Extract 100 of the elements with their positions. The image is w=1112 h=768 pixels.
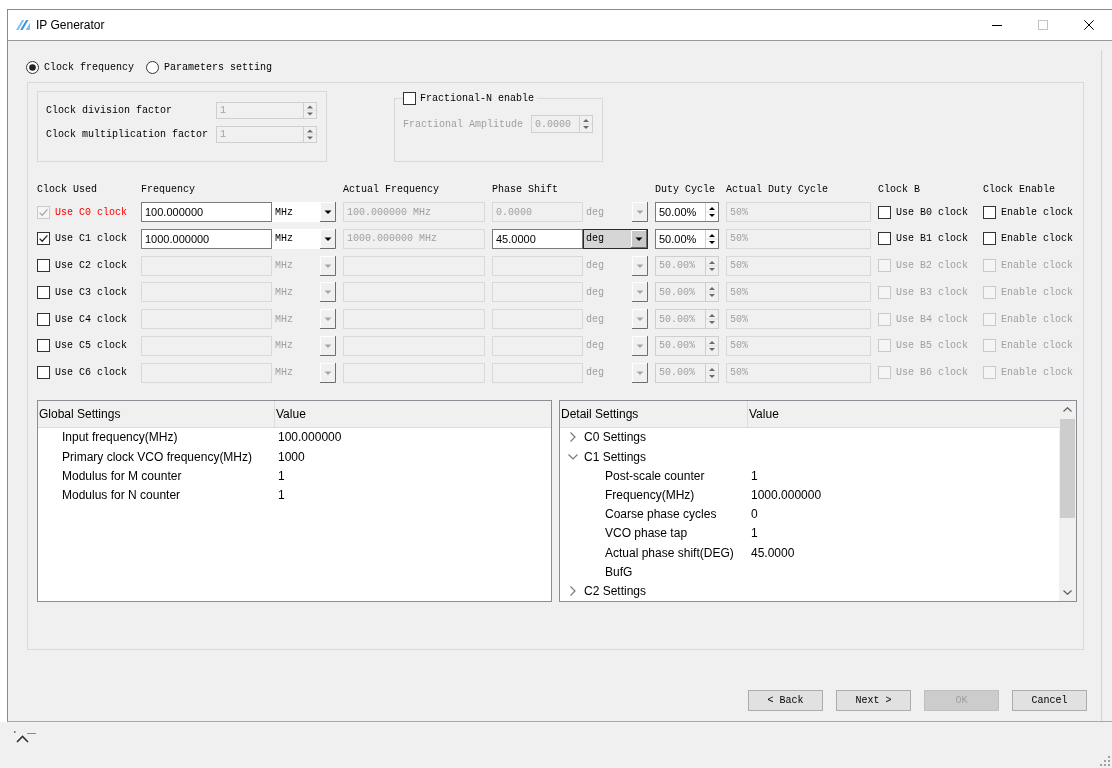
- chevron-right-icon[interactable]: [570, 585, 576, 596]
- radio-label: Clock frequency: [44, 61, 134, 73]
- checkbox[interactable]: [403, 92, 416, 105]
- column-header: Value: [275, 400, 551, 428]
- checkbox[interactable]: [878, 205, 891, 219]
- checkbox-label: Enable clock: [1001, 260, 1073, 272]
- frequency-input[interactable]: 1000.000000: [141, 228, 272, 249]
- setting-value: 1: [277, 468, 285, 483]
- radio-button[interactable]: [26, 60, 39, 74]
- checkbox-label: Enable clock: [1001, 313, 1073, 325]
- checkbox-label: Use B3 clock: [896, 286, 968, 298]
- maximize-icon: [1038, 20, 1048, 30]
- checkbox-label: Use C6 clock: [55, 367, 127, 379]
- checkbox[interactable]: [37, 259, 50, 273]
- checkbox[interactable]: [878, 232, 891, 246]
- checkbox-label: Use C1 clock: [55, 233, 127, 245]
- setting-value: 1: [277, 487, 285, 502]
- checkbox[interactable]: [37, 285, 50, 299]
- frequency-input[interactable]: 100.000000: [141, 202, 272, 222]
- checkbox-label: Use C3 clock: [55, 286, 127, 298]
- setting-value: 100.000000: [277, 430, 342, 445]
- chevron-down-icon[interactable]: [1063, 589, 1072, 595]
- checkbox-label: Fractional-N enable: [420, 93, 535, 104]
- column-header: Frequency: [141, 184, 196, 196]
- unit-dropdown[interactable]: MHz: [272, 202, 336, 222]
- scrollbar[interactable]: [1059, 400, 1076, 601]
- checkbox[interactable]: [37, 339, 50, 353]
- checkbox[interactable]: [37, 232, 50, 246]
- column-header: Global Settings: [38, 400, 275, 428]
- chevron-right-icon[interactable]: [570, 432, 576, 443]
- minimize-icon: [992, 24, 1002, 26]
- column-header: Actual Frequency: [343, 184, 440, 196]
- dropdown-arrow-icon[interactable]: [631, 229, 647, 248]
- spin-arrows-icon[interactable]: [705, 229, 718, 248]
- setting-value: 1: [750, 468, 758, 483]
- radio-label: Parameters setting: [164, 61, 273, 73]
- setting-name: VCO phase tap: [605, 526, 688, 541]
- chevron-down-icon[interactable]: [568, 453, 578, 460]
- column-header: Clock B: [878, 184, 921, 196]
- column-header: Detail Settings: [560, 400, 748, 428]
- checkbox-label: Enable clock: [1001, 206, 1073, 218]
- field-label: Fractional Amplitude: [403, 118, 525, 130]
- spin-arrows-icon[interactable]: [705, 203, 718, 221]
- actual-duty-cycle-field: 50%: [726, 255, 871, 276]
- checkbox-label: Use C5 clock: [55, 340, 127, 352]
- chevron-up-icon[interactable]: [1063, 406, 1072, 412]
- column-header: Phase Shift: [492, 184, 559, 196]
- checkbox-label: Use B4 clock: [896, 313, 968, 325]
- field-label: Clock division factor: [46, 105, 174, 116]
- actual-duty-cycle-field: 50%: [726, 362, 871, 383]
- checkbox-label: Enable clock: [1001, 286, 1073, 298]
- checkbox-label: Use C2 clock: [55, 260, 127, 272]
- tree-node-label[interactable]: C1 Settings: [584, 449, 647, 464]
- duty-cycle-spinbox[interactable]: 50.00%: [655, 228, 719, 249]
- radio-button[interactable]: [146, 60, 159, 74]
- column-header: Clock Used: [37, 184, 98, 196]
- field-label: Clock multiplication factor: [46, 129, 210, 140]
- checkbox-label: Use B2 clock: [896, 260, 968, 272]
- setting-name: Modulus for M counter: [62, 468, 182, 483]
- setting-name: Coarse phase cycles: [605, 507, 717, 522]
- window-title: IP Generator: [36, 18, 105, 32]
- checkbox-label: Enable clock: [1001, 367, 1073, 379]
- setting-value: 1000: [277, 449, 305, 464]
- setting-name: Actual phase shift(DEG): [605, 545, 734, 560]
- resize-grip-icon[interactable]: [1100, 756, 1110, 766]
- phase-shift-input[interactable]: 45.0000: [492, 228, 583, 249]
- checkbox-label: Enable clock: [1001, 233, 1073, 245]
- back-button[interactable]: < Back: [748, 690, 823, 711]
- checkbox-label: Use B0 clock: [896, 206, 968, 218]
- setting-value: 1000.000000: [750, 487, 822, 502]
- setting-name: Modulus for N counter: [62, 487, 181, 502]
- actual-frequency-field: 100.000000 MHz: [343, 202, 485, 222]
- checkbox-label: Enable clock: [1001, 340, 1073, 352]
- chevron-up-icon[interactable]: [14, 731, 36, 743]
- actual-duty-cycle-field: 50%: [726, 228, 871, 249]
- actual-duty-cycle-field: 50%: [726, 202, 871, 222]
- checkbox[interactable]: [983, 205, 996, 219]
- checkbox[interactable]: [983, 232, 996, 246]
- column-header: Actual Duty Cycle: [726, 184, 830, 196]
- checkbox-label: Use B5 clock: [896, 340, 968, 352]
- cancel-button[interactable]: Cancel: [1012, 690, 1087, 711]
- actual-frequency-field: 1000.000000 MHz: [343, 228, 485, 249]
- tree-node-label[interactable]: C0 Settings: [584, 430, 647, 445]
- checkbox[interactable]: [37, 366, 50, 380]
- actual-duty-cycle-field: 50%: [726, 309, 871, 330]
- setting-value: 0: [750, 507, 758, 522]
- unit-dropdown[interactable]: deg: [583, 228, 648, 249]
- checkbox-label: Use C0 clock: [55, 206, 127, 218]
- tree-node-label[interactable]: C2 Settings: [584, 583, 647, 598]
- next-button[interactable]: Next >: [836, 690, 911, 711]
- setting-name: Input frequency(MHz): [62, 430, 178, 445]
- setting-name: BufG: [605, 564, 633, 579]
- duty-cycle-spinbox[interactable]: 50.00%: [655, 202, 719, 222]
- checkbox[interactable]: [37, 312, 50, 326]
- setting-name: Frequency(MHz): [605, 487, 695, 502]
- scrollbar-thumb[interactable]: [1060, 418, 1075, 518]
- column-header: Clock Enable: [983, 184, 1056, 196]
- actual-duty-cycle-field: 50%: [726, 282, 871, 303]
- unit-dropdown[interactable]: MHz: [272, 228, 336, 249]
- setting-name: Primary clock VCO frequency(MHz): [62, 449, 253, 464]
